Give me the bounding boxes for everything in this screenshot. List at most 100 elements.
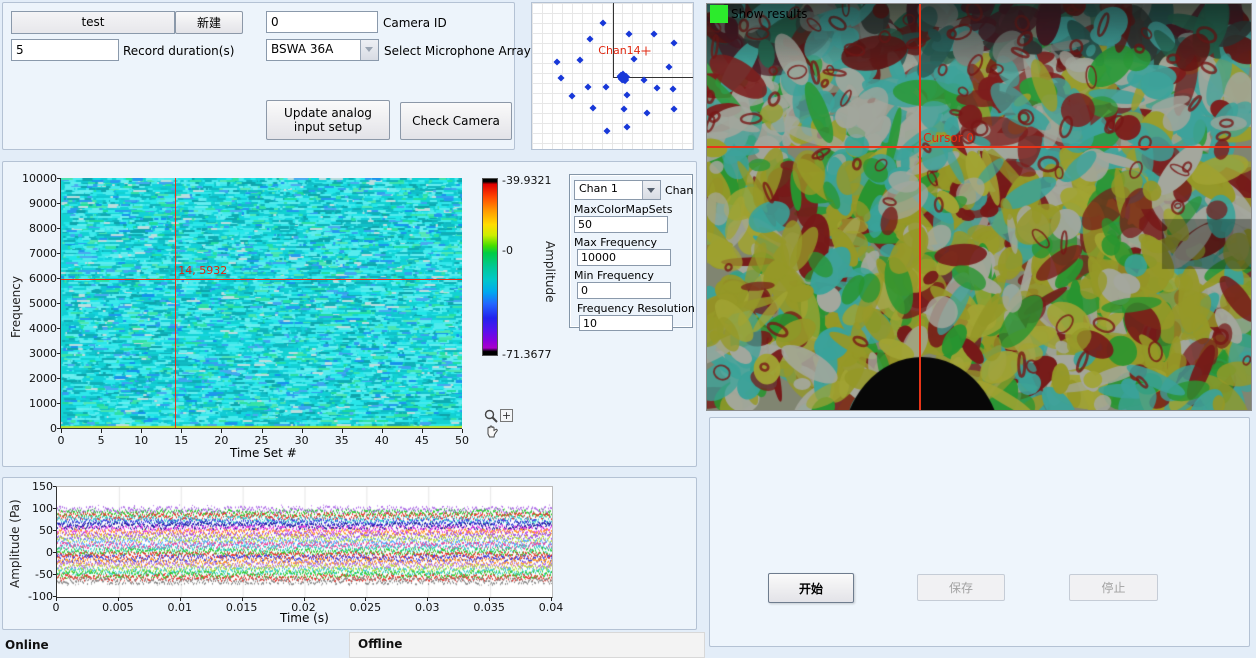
x-tick-label: 50 xyxy=(455,434,469,447)
y-tick-label: 2000 xyxy=(17,372,57,385)
min-frequency-input[interactable]: 0 xyxy=(577,282,671,299)
frequency-resolution-label: Frequency Resolution xyxy=(577,302,695,315)
mic-dot xyxy=(586,35,593,42)
zoom-tool-icon[interactable] xyxy=(484,409,498,426)
mic-dot xyxy=(576,56,583,63)
mic-dot xyxy=(624,124,631,131)
colorbar-mid-label: -0 xyxy=(502,244,513,257)
chevron-down-icon[interactable] xyxy=(642,181,660,199)
zoom-in-tool-icon[interactable]: + xyxy=(500,409,513,422)
record-duration-input[interactable]: 5 xyxy=(11,39,119,61)
x-tick-label: 0.035 xyxy=(473,601,505,614)
y-tick-label: 150 xyxy=(15,480,53,493)
colorbar-min-label: -71.3677 xyxy=(502,348,551,361)
amplitude-colorbar xyxy=(482,178,498,356)
y-tick-label: 0 xyxy=(15,546,53,559)
spectrogram-cursor-label: 14, 5932 xyxy=(178,264,227,277)
min-frequency-label: Min Frequency xyxy=(574,269,654,282)
spectrogram-cursor-vertical-line[interactable] xyxy=(175,178,176,428)
y-tick-label: 100 xyxy=(15,502,53,515)
spectrogram-cursor-horizontal-line[interactable] xyxy=(61,279,462,280)
y-tick-mark xyxy=(57,178,60,179)
camera-id-label: Camera ID xyxy=(383,16,447,30)
x-tick-label: 15 xyxy=(174,434,188,447)
y-tick-mark xyxy=(53,574,56,575)
spectrogram-controls-group: Chan 1 Chan MaxColorMapSets 50 Max Frequ… xyxy=(569,174,693,328)
y-tick-mark xyxy=(57,378,60,379)
maxcolormapsets-label: MaxColorMapSets xyxy=(574,203,672,216)
waveform-plot[interactable] xyxy=(56,486,553,598)
x-tick-mark xyxy=(462,429,463,433)
y-tick-mark xyxy=(57,303,60,304)
record-duration-label: Record duration(s) xyxy=(123,44,234,58)
y-tick-mark xyxy=(57,203,60,204)
online-status-text: Online xyxy=(5,638,49,652)
mic-dot xyxy=(557,75,564,82)
start-button[interactable]: 开始 xyxy=(768,573,854,603)
y-tick-mark xyxy=(53,486,56,487)
frequency-resolution-input[interactable]: 10 xyxy=(579,315,673,331)
y-tick-label: 7000 xyxy=(17,247,57,260)
y-tick-mark xyxy=(53,508,56,509)
spectrogram-plot[interactable]: 14, 5932 xyxy=(60,178,462,429)
y-tick-label: 1000 xyxy=(17,397,57,410)
y-tick-mark xyxy=(57,428,60,429)
x-tick-label: 5 xyxy=(98,434,105,447)
offline-status-bar: Offline xyxy=(349,632,705,658)
camera-id-input[interactable]: 0 xyxy=(266,11,378,33)
mic-dot xyxy=(651,30,658,37)
x-tick-mark xyxy=(262,429,263,433)
y-tick-label: 10000 xyxy=(17,172,57,185)
y-tick-mark xyxy=(57,328,60,329)
mic-array-select[interactable]: BSWA 36A xyxy=(266,39,379,61)
y-tick-label: 50 xyxy=(15,524,53,537)
x-tick-mark xyxy=(382,429,383,433)
stop-button[interactable]: 停止 xyxy=(1069,574,1158,601)
y-tick-mark xyxy=(57,228,60,229)
waveform-traces xyxy=(57,487,552,597)
new-button[interactable]: 新建 xyxy=(175,11,243,34)
channel-select[interactable]: Chan 1 xyxy=(574,180,661,200)
actions-panel: 开始 保存 停止 xyxy=(709,417,1250,647)
max-frequency-input[interactable]: 10000 xyxy=(577,249,671,266)
mic-cursor-cross-icon[interactable] xyxy=(642,46,651,55)
show-results-label: Show results xyxy=(731,7,807,21)
mic-dot xyxy=(600,19,607,26)
mic-dot xyxy=(568,93,575,100)
x-tick-label: 0 xyxy=(58,434,65,447)
x-tick-mark xyxy=(61,429,62,433)
mic-plot-y-axis xyxy=(613,3,614,77)
mic-cursor-label: Chan14 xyxy=(598,44,640,57)
mic-dot xyxy=(589,105,596,112)
x-tick-label: 20 xyxy=(214,434,228,447)
mic-dot xyxy=(626,30,633,37)
mic-dot xyxy=(602,84,609,91)
pan-hand-tool-icon[interactable] xyxy=(485,425,498,442)
check-camera-button[interactable]: Check Camera xyxy=(400,102,512,140)
waveform-x-axis-title: Time (s) xyxy=(280,611,329,625)
mic-dot xyxy=(603,128,610,135)
maxcolormapsets-input[interactable]: 50 xyxy=(574,216,668,233)
x-tick-label: 45 xyxy=(415,434,429,447)
show-results-checkbox[interactable] xyxy=(710,5,728,23)
camera-acoustic-view[interactable]: Cursor 0 Show results xyxy=(706,3,1252,411)
camera-cursor-vertical-line[interactable] xyxy=(919,4,921,410)
offline-status-text: Offline xyxy=(358,637,402,651)
spectrogram-panel: Frequency 14, 5932 010002000300040005000… xyxy=(2,161,697,467)
mic-array-plot: Chan14 xyxy=(531,2,694,150)
chevron-down-icon[interactable] xyxy=(360,40,378,60)
x-tick-mark xyxy=(101,429,102,433)
acoustic-camera-app: { "config": { "test_field": "test", "new… xyxy=(0,0,1256,658)
y-tick-mark xyxy=(53,552,56,553)
y-tick-label: 0 xyxy=(17,422,57,435)
save-button[interactable]: 保存 xyxy=(917,574,1005,601)
colorbar-max-label: -39.9321 xyxy=(502,174,551,187)
camera-cursor-horizontal-line[interactable] xyxy=(707,146,1251,148)
y-tick-label: -50 xyxy=(15,568,53,581)
mic-array-selected-value: BSWA 36A xyxy=(271,42,333,56)
update-analog-input-button[interactable]: Update analog input setup xyxy=(266,100,390,140)
y-tick-mark xyxy=(53,530,56,531)
x-tick-mark xyxy=(141,429,142,433)
x-tick-label: 0 xyxy=(53,601,60,614)
test-name-field[interactable]: test xyxy=(11,11,175,34)
